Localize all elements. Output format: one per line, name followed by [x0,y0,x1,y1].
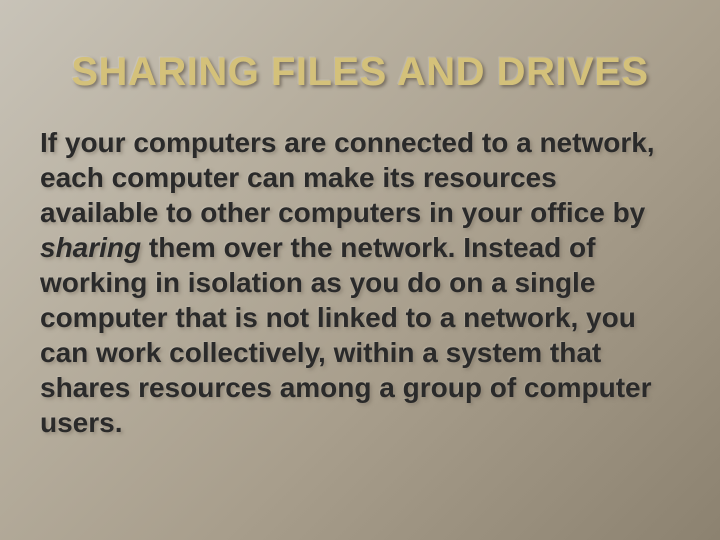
slide-title: SHARING FILES AND DRIVES [40,50,680,95]
body-text-pre: If your computers are connected to a net… [40,127,655,228]
slide-body: If your computers are connected to a net… [40,125,680,440]
body-emphasis: sharing [40,232,141,263]
